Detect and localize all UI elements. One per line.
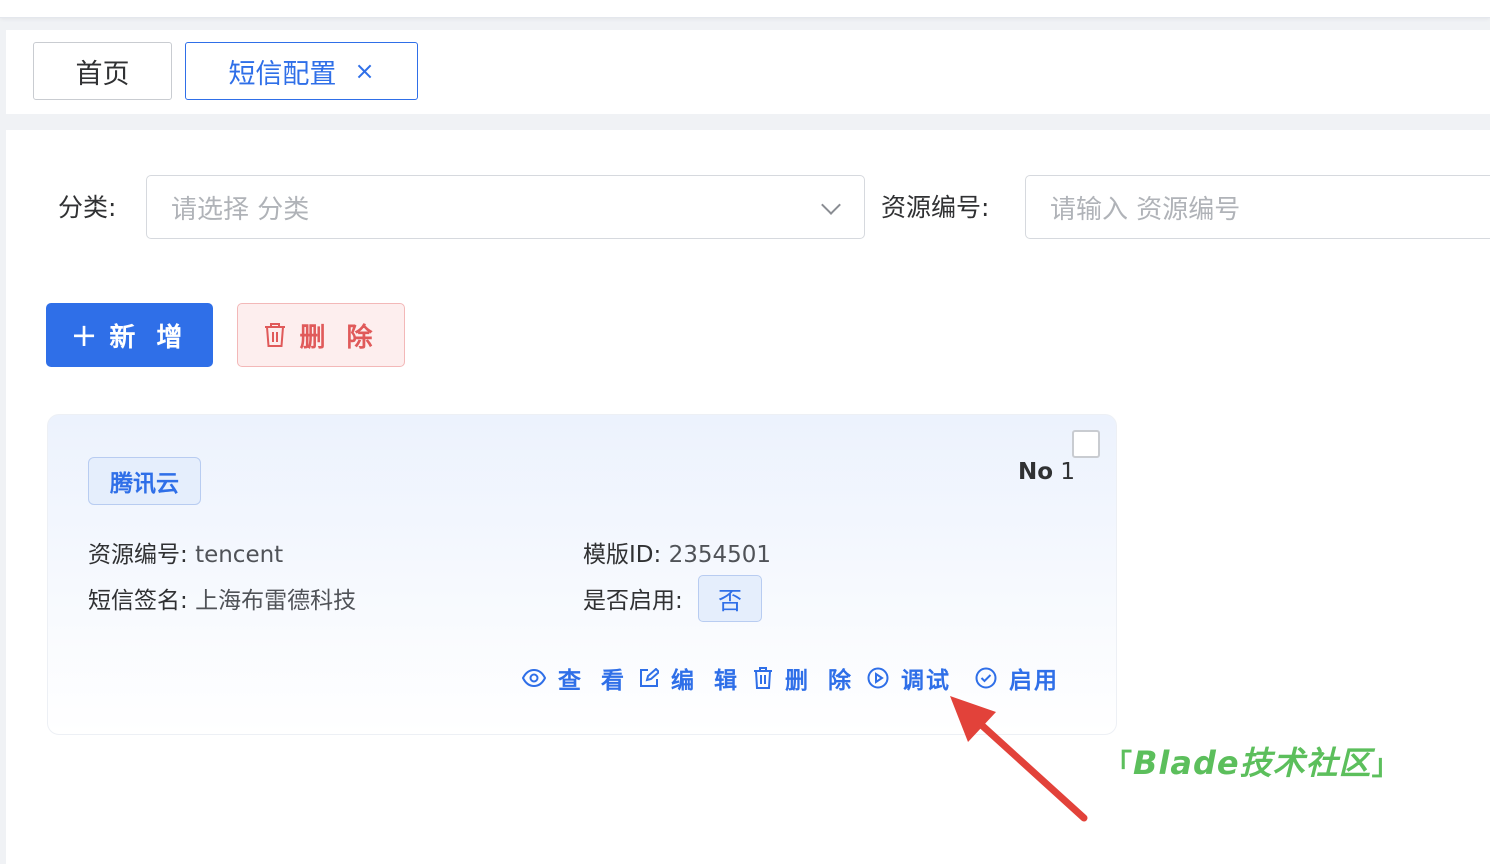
resource-field-value: tencent — [195, 542, 284, 568]
top-navbar — [0, 0, 1490, 18]
delete-action-label: 删 除 — [785, 668, 858, 694]
sms-config-card: No 1 腾讯云 资源编号: tencent 模版ID: 2354501 短信签… — [47, 414, 1117, 735]
card-number-label: No — [1018, 459, 1054, 485]
eye-icon — [522, 669, 546, 687]
edit-icon — [640, 668, 659, 687]
chevron-down-icon — [821, 195, 841, 215]
sign-field-label: 短信签名: — [88, 588, 188, 614]
watermark-text: Blade技术社区 — [1133, 744, 1372, 782]
tab-sms-config-label: 短信配置 — [228, 58, 337, 90]
tab-sms-config[interactable]: 短信配置 × — [185, 42, 418, 100]
sign-field-value: 上海布雷德科技 — [195, 588, 357, 614]
debug-action[interactable]: 调试 — [867, 661, 951, 695]
check-circle-icon — [975, 667, 997, 689]
close-icon[interactable]: × — [354, 57, 374, 85]
delete-button-label: 删 除 — [299, 322, 379, 353]
template-field: 模版ID: 2354501 — [583, 535, 771, 569]
resource-placeholder: 请输入 资源编号 — [1050, 194, 1241, 225]
red-arrow-annotation — [950, 696, 1088, 822]
add-button-label: 新 增 — [109, 322, 189, 353]
enabled-field-label: 是否启用: — [583, 588, 683, 614]
enabled-field: 是否启用: — [583, 581, 683, 615]
edit-action-label: 编 辑 — [671, 668, 744, 694]
plus-icon: + — [70, 316, 98, 354]
tab-home-label: 首页 — [75, 58, 130, 90]
watermark-right-bracket: 」 — [1371, 748, 1401, 781]
delete-button[interactable]: 删 除 — [237, 303, 405, 367]
trash-icon — [265, 323, 286, 347]
resource-input[interactable]: 请输入 资源编号 — [1025, 175, 1490, 239]
provider-badge: 腾讯云 — [88, 457, 201, 505]
view-action-label: 查 看 — [558, 668, 631, 694]
tab-home[interactable]: 首页 — [33, 42, 172, 100]
add-button[interactable]: + 新 增 — [46, 303, 213, 367]
resource-label: 资源编号: — [881, 193, 990, 222]
edit-action[interactable]: 编 辑 — [639, 661, 743, 695]
delete-action[interactable]: 删 除 — [753, 661, 857, 695]
card-number: No 1 — [1018, 459, 1075, 485]
category-select[interactable]: 请选择 分类 — [146, 175, 865, 239]
watermark-logo: 「Blade技术社区」 — [1104, 738, 1401, 784]
enabled-status-badge: 否 — [698, 575, 762, 622]
play-circle-icon — [867, 667, 889, 689]
card-checkbox[interactable] — [1072, 430, 1100, 458]
template-field-value: 2354501 — [668, 542, 771, 568]
template-field-label: 模版ID: — [583, 542, 662, 568]
resource-field-label: 资源编号: — [88, 542, 188, 568]
sign-field: 短信签名: 上海布雷德科技 — [88, 581, 356, 615]
category-label: 分类: — [58, 193, 117, 222]
category-placeholder: 请选择 分类 — [171, 194, 310, 225]
trash-icon — [754, 667, 772, 689]
watermark-left-bracket: 「 — [1104, 748, 1134, 781]
resource-field: 资源编号: tencent — [88, 535, 283, 569]
view-action[interactable]: 查 看 — [522, 661, 630, 695]
tags-view-bar: 首页 短信配置 × — [6, 30, 1490, 114]
card-number-value: 1 — [1060, 459, 1076, 485]
